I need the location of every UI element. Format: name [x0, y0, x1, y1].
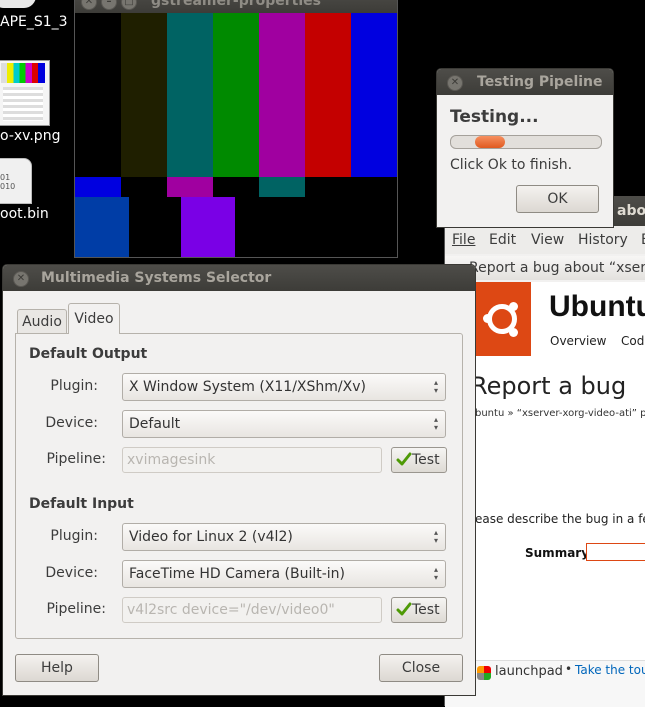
color-bar: [213, 13, 259, 177]
video-tab-page: Default Output Plugin: X Window System (…: [15, 333, 463, 639]
close-icon[interactable]: ✕: [447, 75, 463, 91]
combo-arrows-icon: ▴ ▾: [433, 415, 438, 432]
tab-video[interactable]: Video: [68, 303, 120, 334]
menu-edit[interactable]: Edit: [489, 226, 516, 254]
color-bar: [259, 177, 305, 197]
gstreamer-properties-window: ✕ – □ gstreamer-properties: [74, 0, 398, 258]
disc-icon: [0, 0, 36, 8]
checkmark-icon: [396, 451, 412, 475]
output-plugin-value: X Window System (X11/XShm/Xv): [129, 379, 366, 395]
default-input-heading: Default Input: [29, 496, 134, 512]
dialog-title: Testing Pipeline: [477, 74, 603, 90]
color-bar: [181, 197, 235, 257]
close-icon[interactable]: ✕: [13, 271, 29, 287]
close-button[interactable]: Close: [379, 654, 463, 682]
tab-audio[interactable]: Audio: [17, 309, 67, 333]
color-bar: [121, 13, 167, 177]
describe-text: ease describe the bug in a few: [475, 512, 645, 526]
desktop-icon-label: APE_S1_3: [0, 14, 68, 30]
launchpad-logo-icon: [477, 666, 491, 680]
combo-arrows-icon: ▴ ▾: [433, 378, 438, 395]
testing-message: Click Ok to finish.: [450, 157, 573, 173]
test-pattern-video: [75, 13, 397, 257]
output-pipeline-field[interactable]: xvimagesink: [122, 447, 382, 473]
output-device-label: Device:: [45, 415, 98, 431]
color-bar: [305, 13, 351, 177]
menu-history[interactable]: History: [578, 226, 628, 254]
color-bar: [259, 13, 305, 177]
test-label: Test: [412, 452, 440, 468]
menu-bookmarks[interactable]: B: [641, 226, 645, 254]
maximize-icon[interactable]: □: [121, 0, 137, 10]
output-pipeline-label: Pipeline:: [46, 451, 106, 467]
input-device-value: FaceTime HD Camera (Built-in): [129, 566, 346, 582]
progress-fill: [475, 136, 505, 148]
color-bar: [75, 13, 121, 177]
ok-button[interactable]: OK: [516, 185, 599, 213]
input-pipeline-field[interactable]: v4l2src device="/dev/video0": [122, 597, 382, 623]
nav-overview[interactable]: Overview: [550, 334, 607, 348]
output-device-combo[interactable]: Default ▴ ▾: [122, 410, 446, 438]
browser-menubar: File Edit View History B: [445, 226, 645, 254]
desktop-icon-bin[interactable]: 01 010 oot.bin: [0, 158, 70, 228]
ubuntu-logo-icon: [475, 282, 531, 356]
multimedia-systems-selector-window: ✕ Multimedia Systems Selector Audio Vide…: [2, 264, 476, 696]
input-plugin-value: Video for Linux 2 (v4l2): [129, 529, 293, 545]
output-device-value: Default: [129, 416, 181, 432]
input-device-combo[interactable]: FaceTime HD Camera (Built-in) ▴ ▾: [122, 560, 446, 588]
help-button[interactable]: Help: [15, 654, 99, 682]
color-bar: [75, 197, 129, 257]
desktop-icon-png[interactable]: o-xv.png: [0, 56, 70, 148]
page-heading: Report a bug: [471, 372, 627, 400]
image-thumbnail-icon: [0, 60, 50, 126]
summary-label: Summary:: [525, 546, 594, 560]
nav-code[interactable]: Code: [621, 334, 645, 348]
summary-input[interactable]: [586, 543, 645, 561]
binary-file-icon: 01 010: [0, 158, 32, 204]
menu-view[interactable]: View: [531, 226, 564, 254]
combo-arrows-icon: ▴ ▾: [433, 565, 438, 582]
combo-arrows-icon: ▴ ▾: [433, 528, 438, 545]
dialog-titlebar[interactable]: ✕ Testing Pipeline: [437, 69, 613, 95]
window-titlebar[interactable]: ✕ Multimedia Systems Selector: [3, 265, 475, 291]
close-icon[interactable]: ✕: [81, 0, 97, 10]
output-plugin-combo[interactable]: X Window System (X11/XShm/Xv) ▴ ▾: [122, 373, 446, 401]
ubuntu-wordmark: Ubuntu: [549, 290, 645, 323]
breadcrumb[interactable]: buntu » “xserver-xorg-video-ati” packa: [475, 408, 645, 419]
color-bar: [351, 13, 397, 177]
test-label: Test: [412, 602, 440, 618]
input-test-button[interactable]: Test: [391, 597, 447, 623]
checkmark-icon: [396, 601, 412, 625]
testing-pipeline-dialog: ✕ Testing Pipeline Testing... Click Ok t…: [436, 68, 614, 228]
testing-heading: Testing...: [450, 107, 539, 127]
menu-file[interactable]: File: [452, 226, 475, 254]
color-bar: [75, 177, 121, 197]
input-plugin-label: Plugin:: [50, 528, 98, 544]
window-title: Multimedia Systems Selector: [41, 270, 272, 286]
input-pipeline-label: Pipeline:: [46, 601, 106, 617]
output-test-button[interactable]: Test: [391, 447, 447, 473]
default-output-heading: Default Output: [29, 346, 148, 362]
output-plugin-label: Plugin:: [50, 378, 98, 394]
window-titlebar[interactable]: ✕ – □ gstreamer-properties: [75, 0, 397, 13]
browser-title: abou: [617, 203, 645, 219]
desktop-icon-label: o-xv.png: [0, 128, 61, 144]
window-title: gstreamer-properties: [151, 0, 321, 9]
input-device-label: Device:: [45, 565, 98, 581]
desktop-icon-ape[interactable]: APE_S1_3: [0, 0, 70, 34]
tab-title: Report a bug about “xserve: [469, 260, 645, 276]
color-bar: [167, 13, 213, 177]
desktop-icon-label: oot.bin: [0, 206, 49, 222]
minimize-icon[interactable]: –: [101, 0, 117, 10]
footer-bullet: •: [565, 662, 573, 676]
input-plugin-combo[interactable]: Video for Linux 2 (v4l2) ▴ ▾: [122, 523, 446, 551]
take-tour-link[interactable]: Take the tour: [575, 663, 645, 677]
color-bar: [167, 177, 213, 197]
progress-bar: [450, 135, 602, 149]
launchpad-wordmark: launchpad: [495, 664, 563, 679]
